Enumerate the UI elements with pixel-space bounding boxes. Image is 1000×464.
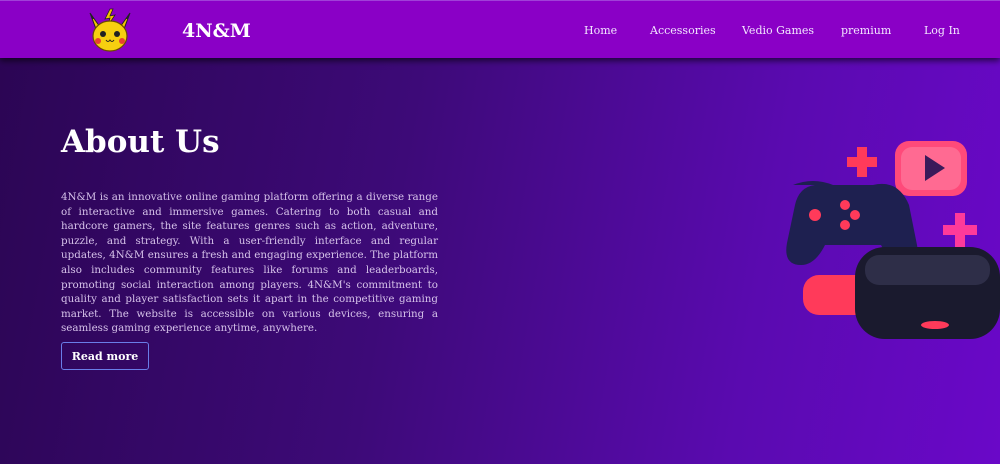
about-description: 4N&M is an innovative online gaming plat…: [61, 191, 438, 335]
nav-login[interactable]: Log In: [924, 24, 960, 37]
nav-premium[interactable]: premium: [841, 24, 891, 37]
pikachu-logo-icon[interactable]: [86, 7, 134, 53]
page-title: About Us: [61, 124, 220, 160]
nav-home[interactable]: Home: [584, 24, 617, 37]
gaming-illustration: [786, 141, 1000, 339]
vr-headset-icon: [803, 247, 1000, 339]
read-more-button[interactable]: Read more: [61, 342, 149, 370]
play-button-icon: [895, 141, 967, 196]
nav-accessories[interactable]: Accessories: [650, 24, 716, 37]
top-navbar: 4N&M Home Accessories Vedio Games premiu…: [0, 0, 1000, 58]
plus-icon: [943, 213, 977, 247]
nav-video-games[interactable]: Vedio Games: [742, 24, 814, 37]
brand-name[interactable]: 4N&M: [182, 20, 251, 42]
plus-icon: [847, 147, 877, 177]
